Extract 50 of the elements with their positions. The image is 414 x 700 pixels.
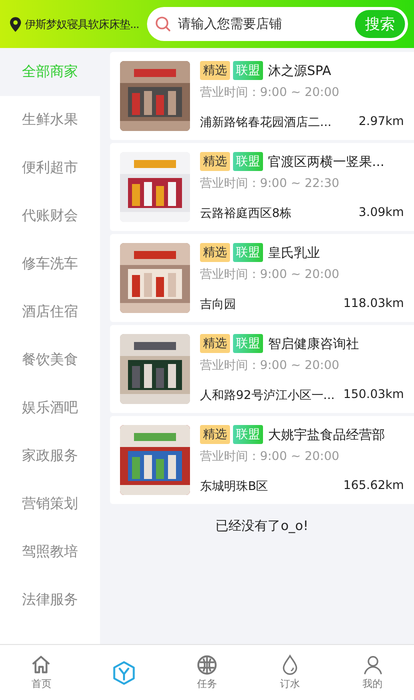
shop-tag: 联盟	[233, 61, 263, 80]
category-item[interactable]: 全部商家	[0, 48, 100, 96]
shop-card[interactable]: 精选 联盟 智启健康咨询社 营业时间：9:00 ~ 20:00 人和路92号泸江小区一... 150.03km	[110, 325, 414, 413]
shop-distance: 165.62km	[343, 478, 404, 494]
business-hours: 营业时间：9:00 ~ 20:00	[200, 84, 340, 101]
shop-name: 智启健康咨询社	[268, 336, 359, 352]
business-hours: 营业时间：9:00 ~ 20:00	[200, 266, 340, 283]
shop-card[interactable]: 精选 联盟 官渡区两横一竖果... 营业时间：9:00 ~ 22:30 云路裕庭西区8栋 3.09km	[110, 143, 414, 231]
location-pin-icon	[10, 16, 21, 32]
shop-name: 官渡区两横一竖果...	[268, 154, 384, 170]
hexagon-icon	[111, 660, 138, 686]
shop-distance: 2.97km	[358, 114, 404, 130]
shop-address: 云路裕庭西区8栋	[200, 205, 292, 222]
shop-tag: 联盟	[233, 425, 263, 444]
shop-tag: 联盟	[233, 152, 263, 171]
shop-tag: 精选	[200, 425, 230, 444]
end-of-list-note: 已经没有了o_o!	[214, 518, 310, 536]
shop-card[interactable]: 精选 联盟 大姚宇盐食品经营部 营业时间：9:00 ~ 20:00 东城明珠B区 165.62km	[110, 416, 414, 504]
shop-card[interactable]: 精选 联盟 沐之源SPA 营业时间：9:00 ~ 20:00 浦新路铭春花园酒店二... 2.97km	[110, 52, 414, 140]
shop-tag: 精选	[200, 243, 230, 262]
shop-tag: 精选	[200, 334, 230, 353]
tab-item[interactable]: 订水	[248, 645, 332, 700]
shop-name: 皇氏乳业	[268, 244, 320, 262]
search-button[interactable]: 搜索	[355, 10, 405, 38]
person-icon	[362, 654, 384, 676]
business-hours: 营业时间：9:00 ~ 20:00	[200, 448, 340, 465]
shop-name: 沐之源SPA	[268, 62, 332, 80]
search-icon	[155, 16, 171, 32]
shop-address: 人和路92号泸江小区一...	[200, 387, 335, 404]
shop-tag: 联盟	[233, 334, 263, 353]
shop-tag: 精选	[200, 61, 230, 80]
shop-address: 东城明珠B区	[200, 478, 268, 495]
shop-distance: 150.03km	[343, 387, 404, 403]
tab-item[interactable]: 任务	[166, 645, 248, 700]
home-icon	[30, 654, 52, 676]
tab-item[interactable]: 首页	[0, 645, 83, 700]
shop-card[interactable]: 精选 联盟 皇氏乳业 营业时间：9:00 ~ 20:00 吉向园 118.03km	[110, 234, 414, 322]
globe-icon	[196, 654, 218, 676]
shop-distance: 118.03km	[343, 296, 404, 312]
shop-tag: 联盟	[233, 243, 263, 262]
shop-tag: 精选	[200, 152, 230, 171]
search-field[interactable]: 请输入您需要店铺 搜索	[147, 7, 408, 41]
shop-distance: 3.09km	[358, 205, 404, 221]
business-hours: 营业时间：9:00 ~ 22:30	[200, 175, 340, 192]
shop-address: 浦新路铭春花园酒店二...	[200, 114, 332, 131]
location-label[interactable]: 伊斯梦奴寝具软床床垫...	[25, 16, 139, 32]
business-hours: 营业时间：9:00 ~ 20:00	[200, 357, 340, 374]
shop-address: 吉向园	[200, 296, 236, 313]
tab-item[interactable]: 我的	[331, 645, 414, 700]
shop-name: 大姚宇盐食品经营部	[268, 426, 385, 444]
